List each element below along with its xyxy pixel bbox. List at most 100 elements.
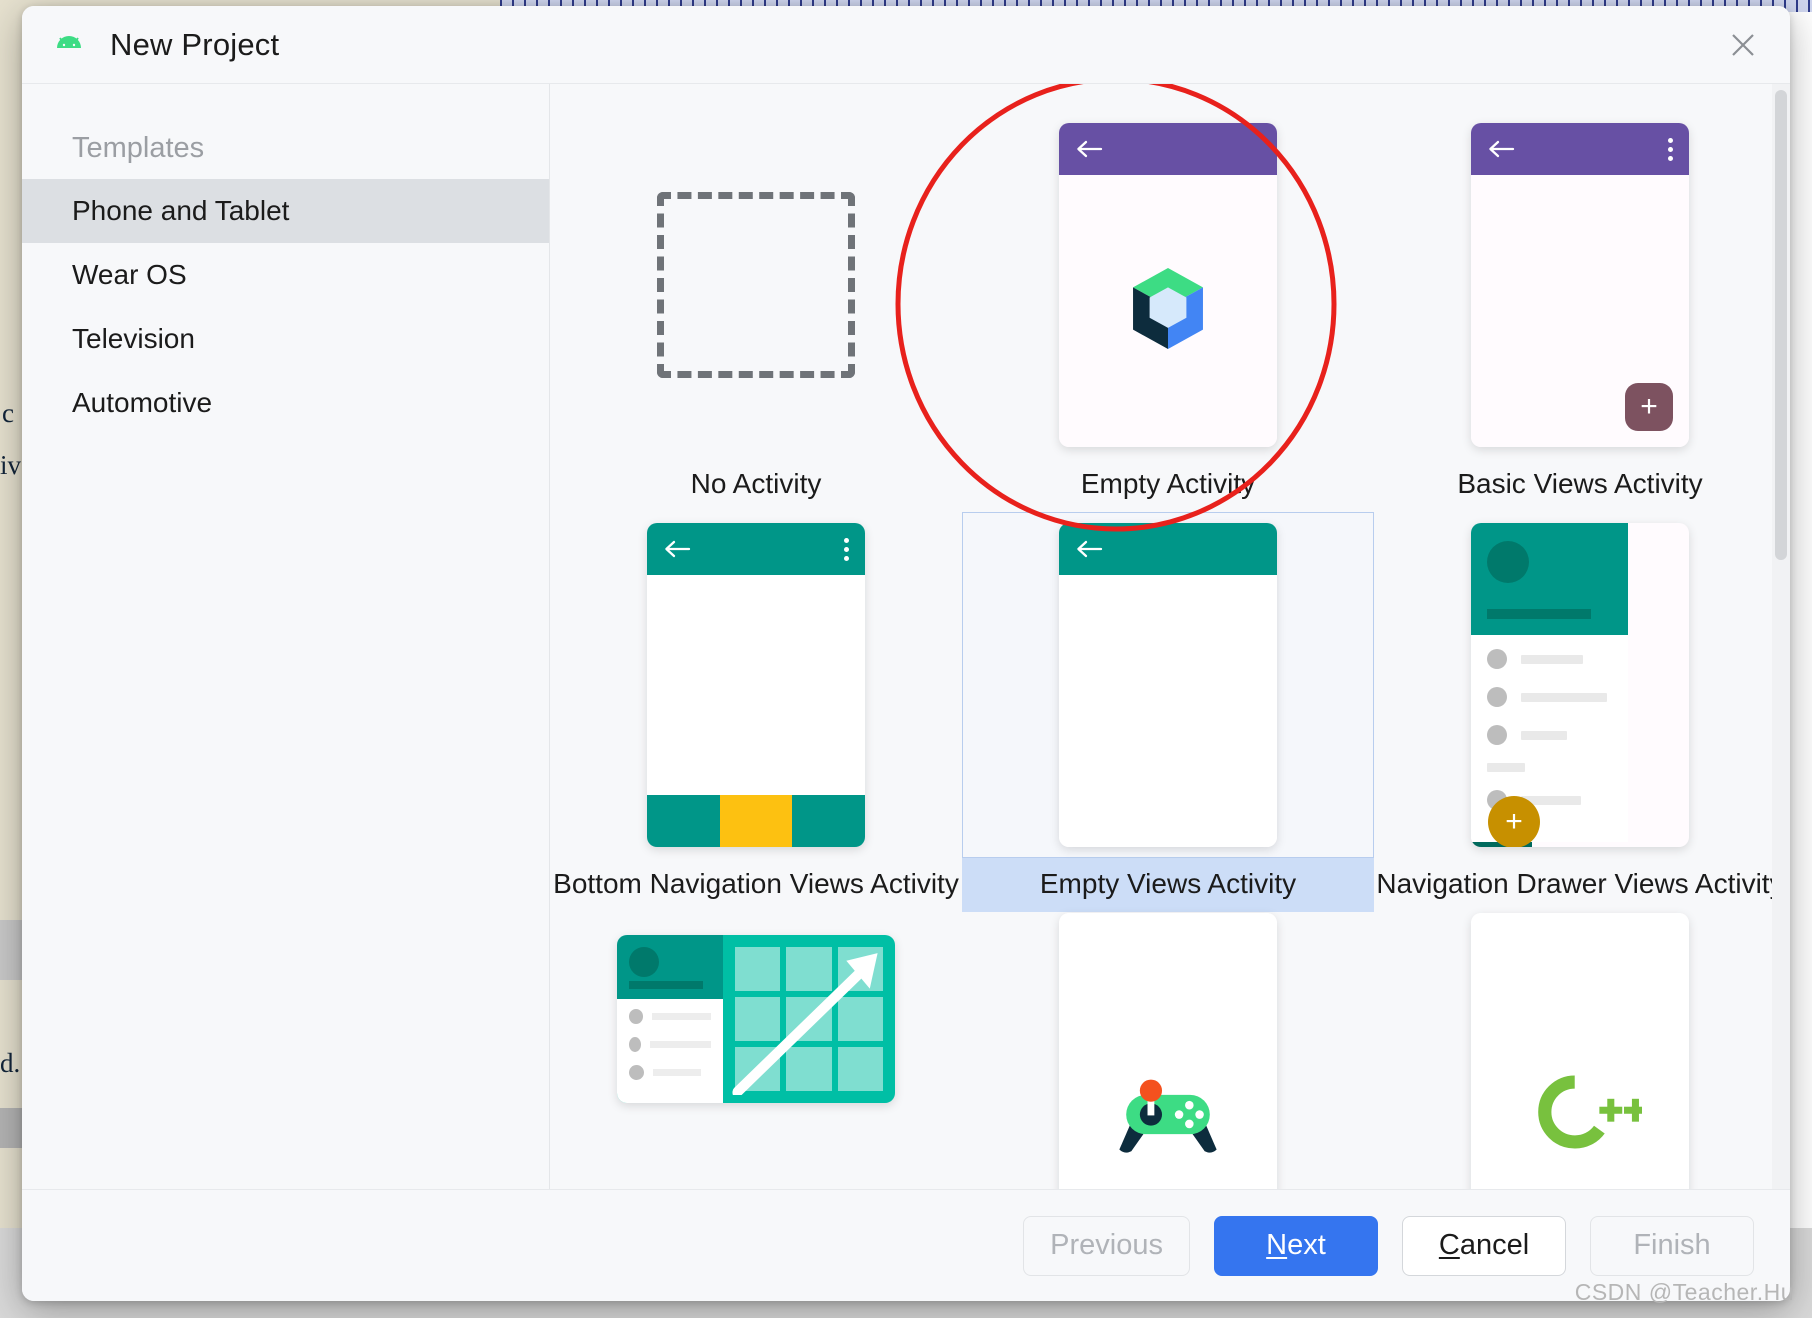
phone-preview (647, 523, 865, 847)
template-label: Basic Views Activity (1457, 468, 1703, 499)
list-item-label-placeholder (1521, 692, 1607, 702)
list-item-icon (629, 1065, 644, 1080)
watermark: CSDN @Teacher.Hu (1574, 1279, 1794, 1305)
template-card-empty-activity[interactable]: Empty Activity (962, 112, 1374, 512)
phone-content (647, 575, 865, 795)
cpp-logo-icon (1518, 1068, 1647, 1161)
cancel-button[interactable]: Cancel (1402, 1215, 1566, 1276)
drawer-section-divider-label (1487, 763, 1525, 772)
template-card-navigation-drawer-views-activity[interactable]: + Navigation Drawer Views Activity (1374, 512, 1786, 912)
template-thumbnail: + (1374, 112, 1786, 458)
background-text-fragment-1: c (2, 398, 14, 428)
scrollbar-thumb[interactable] (1775, 90, 1787, 560)
next-button[interactable]: Next (1214, 1215, 1378, 1276)
template-card-no-activity[interactable]: No Activity (550, 112, 962, 512)
template-thumbnail (550, 112, 962, 458)
drawer-scrim-panel: + (1471, 796, 1541, 847)
dashed-rectangle-icon (657, 192, 855, 378)
close-icon[interactable] (1718, 20, 1768, 70)
navigation-drawer-panel (1471, 523, 1628, 842)
sidebar-item-phone-and-tablet[interactable]: Phone and Tablet (22, 179, 549, 243)
sidebar-item-wear-os[interactable]: Wear OS (22, 243, 549, 307)
next-button-label: Next (1266, 1229, 1326, 1261)
template-thumbnail (962, 512, 1374, 858)
list-item (629, 1037, 711, 1052)
list-item (1487, 687, 1612, 707)
template-card-bottom-navigation-views-activity[interactable]: Bottom Navigation Views Activity (550, 512, 962, 912)
bottom-navigation-bar (647, 795, 865, 847)
template-card-responsive-views-activity[interactable] (550, 912, 962, 1189)
template-thumbnail (962, 912, 1374, 1189)
phone-content (1059, 913, 1277, 1189)
phone-preview (1059, 913, 1277, 1189)
drawer-username-placeholder (629, 981, 703, 989)
sidebar-item-label: Automotive (72, 387, 213, 418)
template-card-basic-views-activity[interactable]: + Basic Views Activity (1374, 112, 1786, 512)
list-item-label-placeholder (1521, 730, 1567, 740)
dialog-body: Templates Phone and Tablet Wear OS Telev… (22, 84, 1790, 1189)
template-thumbnail: + (1374, 512, 1786, 858)
back-arrow-icon (1075, 538, 1103, 560)
template-label: Navigation Drawer Views Activity (1376, 868, 1784, 899)
floating-action-button-icon: + (1625, 383, 1673, 431)
template-thumbnail (550, 512, 962, 858)
phone-appbar (1471, 123, 1689, 175)
drawer-menu-list (617, 999, 723, 1103)
background-text-fragment-2: iv (0, 450, 22, 480)
bottom-nav-item (647, 795, 720, 847)
list-item-label-placeholder (649, 1041, 711, 1048)
drawer-header (617, 935, 723, 999)
template-card-empty-views-activity[interactable]: Empty Views Activity (962, 512, 1374, 912)
sidebar-header: Templates (72, 132, 205, 164)
templates-scrollbar[interactable] (1772, 84, 1790, 1189)
list-item (1487, 649, 1612, 669)
dialog-titlebar: New Project (22, 6, 1790, 84)
responsive-layout-preview (617, 935, 895, 1103)
overflow-menu-icon (1668, 137, 1673, 161)
phone-content (1059, 175, 1277, 447)
phone-preview: + (1471, 523, 1689, 847)
list-item-label-placeholder (1521, 654, 1583, 664)
phone-content (1471, 913, 1689, 1189)
template-thumbnail (550, 912, 962, 1189)
cancel-button-label: Cancel (1438, 1229, 1530, 1261)
template-card-game-activity[interactable] (962, 912, 1374, 1189)
template-label: Empty Views Activity (962, 858, 1374, 912)
phone-content: + (1471, 175, 1689, 447)
finish-button-label: Finish (1633, 1229, 1711, 1261)
sidebar-item-label: Wear OS (72, 259, 187, 290)
floating-action-button-icon: + (1488, 796, 1541, 847)
drawer-header (1471, 523, 1628, 635)
sidebar-item-television[interactable]: Television (22, 307, 549, 371)
phone-preview (1059, 123, 1277, 447)
sidebar-item-label: Phone and Tablet (72, 195, 290, 226)
android-icon (54, 34, 84, 56)
avatar (629, 947, 659, 977)
template-thumbnail (962, 112, 1374, 458)
templates-grid: No Activity Empty Activity + Basic Views… (550, 84, 1784, 1189)
list-item-icon (1487, 725, 1507, 745)
list-item-label-placeholder (652, 1013, 711, 1020)
game-controller-icon (1104, 1069, 1232, 1160)
page-title: New Project (110, 26, 280, 62)
overflow-menu-icon (844, 537, 849, 561)
finish-button[interactable]: Finish (1590, 1215, 1754, 1276)
templates-panel: No Activity Empty Activity + Basic Views… (550, 84, 1790, 1189)
bottom-nav-item-active (719, 795, 793, 847)
sidebar-item-label: Television (72, 323, 195, 354)
previous-button[interactable]: Previous (1023, 1215, 1190, 1276)
sidebar-item-automotive[interactable]: Automotive (22, 371, 549, 435)
template-card-native-cpp[interactable] (1374, 912, 1786, 1189)
growth-arrow-icon (731, 943, 887, 1099)
template-label: No Activity (690, 468, 822, 499)
template-label: Empty Activity (1080, 468, 1256, 499)
list-item (629, 1009, 711, 1024)
template-thumbnail (1374, 912, 1786, 1189)
phone-preview: + (1471, 123, 1689, 447)
background-text-fragment-3: d. (0, 1048, 21, 1078)
responsive-drawer-panel (617, 935, 723, 1103)
list-item-icon (1487, 649, 1507, 669)
responsive-grid-panel (723, 935, 895, 1103)
sidebar: Templates Phone and Tablet Wear OS Telev… (22, 84, 550, 1189)
new-project-dialog: New Project Templates Phone and Tablet W… (22, 6, 1790, 1301)
